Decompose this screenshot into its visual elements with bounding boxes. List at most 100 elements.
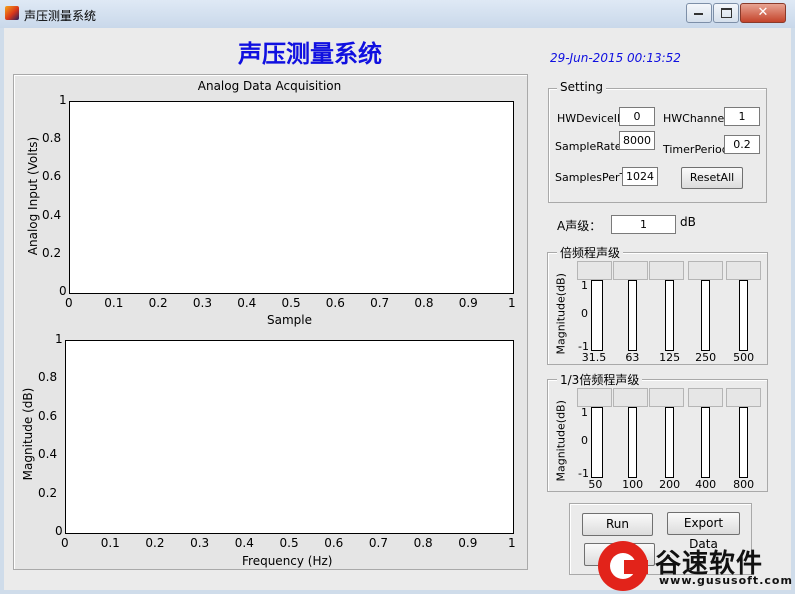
third-octave-group-label: 1/3倍频程声级 [557, 371, 643, 388]
setting-group-label: Setting [557, 80, 606, 94]
third-octave-ytick-bot: -1 [578, 467, 589, 480]
plot1-xtick-label: 0.5 [281, 296, 301, 310]
third-octave-bar [628, 407, 637, 478]
run-button[interactable]: Run [582, 513, 653, 536]
export-data-button[interactable]: Export Data [667, 512, 740, 551]
octave-band-label: 500 [733, 351, 755, 364]
plot1-ytick-label: 0.8 [42, 131, 62, 146]
plot1-xtick-label: 0.7 [370, 296, 390, 310]
samples-per-t-label: SamplesPerT [555, 171, 627, 184]
octave-ytick-mid: 0 [581, 307, 588, 320]
plot1-xtick-label: 0.1 [104, 296, 124, 310]
plot2-xtick-label: 0.2 [145, 536, 165, 550]
octave-value-box [613, 261, 648, 280]
plot2-xlabel: Frequency (Hz) [242, 554, 333, 568]
plot1-xtick-label: 0.8 [414, 296, 434, 310]
plot2-ytick-label: 0.6 [38, 408, 58, 423]
plot2-xtick-label: 0.1 [100, 536, 120, 550]
minimize-button[interactable] [686, 3, 712, 23]
plot1-ytick-label: 0.6 [42, 169, 62, 184]
a-level-field[interactable]: 1 [611, 215, 676, 234]
plot2-xtick-label: 1 [508, 536, 516, 550]
octave-bar [591, 280, 603, 351]
plot2-xtick-label: 0.9 [458, 536, 478, 550]
analog-input-axes [69, 101, 514, 294]
watermark-url: www.gususoft.com [659, 574, 793, 587]
matlab-icon [5, 6, 19, 20]
plot1-xtick-label: 0.9 [458, 296, 478, 310]
close-icon: ✕ [757, 5, 769, 20]
plot2-xtick-label: 0.8 [413, 536, 433, 550]
octave-band-label: 125 [659, 351, 681, 364]
third-octave-bar [701, 407, 710, 478]
a-level-unit: dB [680, 215, 696, 229]
third-octave-bar [591, 407, 603, 478]
octave-bar [628, 280, 637, 351]
third-octave-value-box [577, 388, 612, 407]
third-octave-band-label: 400 [695, 478, 717, 491]
close-button[interactable]: ✕ [740, 3, 786, 23]
plot1-xtick-label: 1 [508, 296, 516, 310]
third-octave-value-box [613, 388, 648, 407]
octave-value-box [649, 261, 684, 280]
plot2-ytick-label: 0 [55, 524, 63, 538]
plot2-xtick-label: 0.6 [324, 536, 344, 550]
plot2-ytick-label: 0.4 [38, 447, 58, 462]
octave-bar [701, 280, 710, 351]
window-title: 声压测量系统 [24, 9, 97, 23]
plot1-xtick-label: 0.2 [148, 296, 168, 310]
plot1-ytick-label: 0.2 [42, 245, 62, 260]
plot1-ylabel: Analog Input (Volts) [26, 136, 40, 256]
octave-bar [665, 280, 674, 351]
third-octave-band-label: 800 [733, 478, 755, 491]
octave-ylabel: Magnitude(dB) [554, 273, 568, 355]
sample-rate-field[interactable]: 8000 [619, 131, 655, 150]
plot2-ytick-label: 1 [55, 332, 63, 346]
octave-value-box [688, 261, 723, 280]
title-bar[interactable]: 声压测量系统 ✕ [0, 0, 795, 28]
plot2-xtick-label: 0.3 [190, 536, 210, 550]
octave-value-box [726, 261, 761, 280]
plot1-ytick-label: 0 [59, 284, 67, 298]
octave-group-label: 倍频程声级 [557, 244, 624, 261]
plot2-xtick-label: 0.5 [279, 536, 299, 550]
plot1-xtick-label: 0 [65, 296, 73, 310]
plot1-title: Analog Data Acquisition [197, 79, 342, 93]
plot2-xtick-label: 0 [61, 536, 69, 550]
third-octave-value-box [688, 388, 723, 407]
plot2-xtick-label: 0.7 [368, 536, 388, 550]
octave-band-label: 250 [695, 351, 717, 364]
timer-period-field[interactable]: 0.2 [724, 135, 760, 154]
reset-all-button[interactable]: ResetAll [681, 167, 743, 189]
third-octave-ytick-mid: 0 [581, 434, 588, 447]
plot2-ytick-label: 0.2 [38, 485, 58, 500]
octave-ytick-top: 1 [581, 279, 588, 292]
maximize-icon [721, 8, 732, 18]
hw-channel-label: HWChannel [663, 112, 728, 125]
third-octave-value-box [649, 388, 684, 407]
third-octave-ytick-top: 1 [581, 406, 588, 419]
third-octave-band-label: 50 [588, 478, 603, 491]
plot1-xtick-label: 0.3 [192, 296, 212, 310]
plot2-xtick-label: 0.4 [234, 536, 254, 550]
hw-device-label: HWDeviceID [557, 112, 626, 125]
app-window: 声压测量系统 ✕ 声压测量系统 29-Jun-2015 00:13:52 Ana… [0, 0, 795, 594]
plot2-ytick-label: 0.8 [38, 370, 58, 385]
page-title: 声压测量系统 [238, 39, 382, 68]
octave-bar [739, 280, 748, 351]
third-octave-ylabel: Magnitude(dB) [554, 400, 568, 482]
octave-value-box [577, 261, 612, 280]
plot1-ytick-label: 0.4 [42, 207, 62, 222]
plot1-xtick-label: 0.6 [325, 296, 345, 310]
plot1-xlabel: Sample [267, 313, 312, 327]
hw-channel-field[interactable]: 1 [724, 107, 760, 126]
a-level-label: A声级： [557, 219, 602, 233]
spectrum-axes [65, 340, 514, 534]
maximize-button[interactable] [713, 3, 739, 23]
datetime-display: 29-Jun-2015 00:13:52 [550, 51, 681, 65]
plot1-ytick-label: 1 [59, 93, 67, 107]
hw-device-field[interactable]: 0 [619, 107, 655, 126]
samples-per-t-field[interactable]: 1024 [622, 167, 658, 186]
plot2-ylabel: Magnitude (dB) [21, 387, 35, 481]
timer-period-label: TimerPeriod [663, 143, 729, 156]
